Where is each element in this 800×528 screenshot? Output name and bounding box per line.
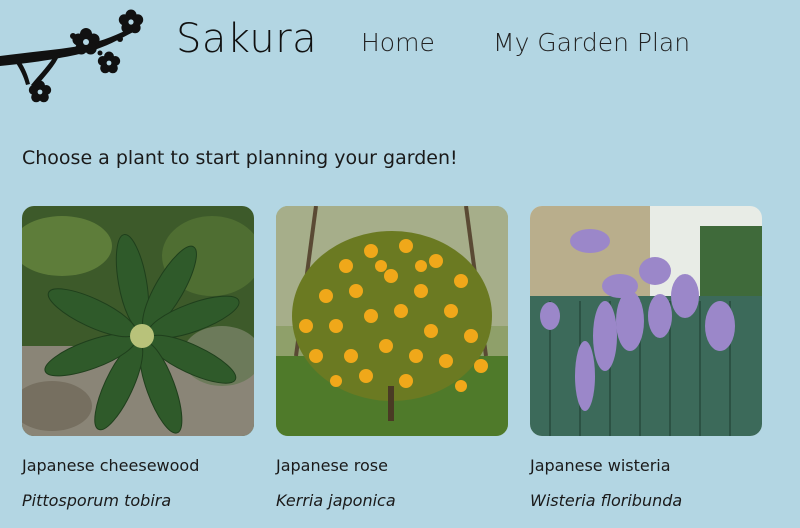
kerria-photo[interactable] xyxy=(276,206,508,436)
plant-latin-name: Pittosporum tobira xyxy=(22,491,172,510)
wisteria-photo[interactable] xyxy=(530,206,762,436)
nav-garden-plan-link[interactable]: My Garden Plan xyxy=(493,28,690,57)
plant-latin-name: Wisteria floribunda xyxy=(530,491,683,510)
page-intro: Choose a plant to start planning your ga… xyxy=(22,147,458,169)
plant-latin-name: Kerria japonica xyxy=(276,491,396,510)
nav-home-link[interactable]: Home xyxy=(361,28,435,57)
plant-common-name: Japanese cheesewood xyxy=(22,456,200,475)
site-header: Sakura Home My Garden Plan xyxy=(0,0,800,110)
plant-card-cheesewood[interactable]: Japanese cheesewood Pittosporum tobira xyxy=(22,206,254,510)
cheesewood-photo[interactable] xyxy=(22,206,254,436)
plant-card-wisteria[interactable]: Japanese wisteria Wisteria floribunda xyxy=(530,206,762,510)
plant-common-name: Japanese wisteria xyxy=(530,456,671,475)
plant-common-name: Japanese rose xyxy=(276,456,388,475)
plant-card-kerria[interactable]: Japanese rose Kerria japonica xyxy=(276,206,508,510)
cherry-blossom-branch-icon[interactable] xyxy=(0,6,150,106)
site-title[interactable]: Sakura xyxy=(176,16,317,62)
